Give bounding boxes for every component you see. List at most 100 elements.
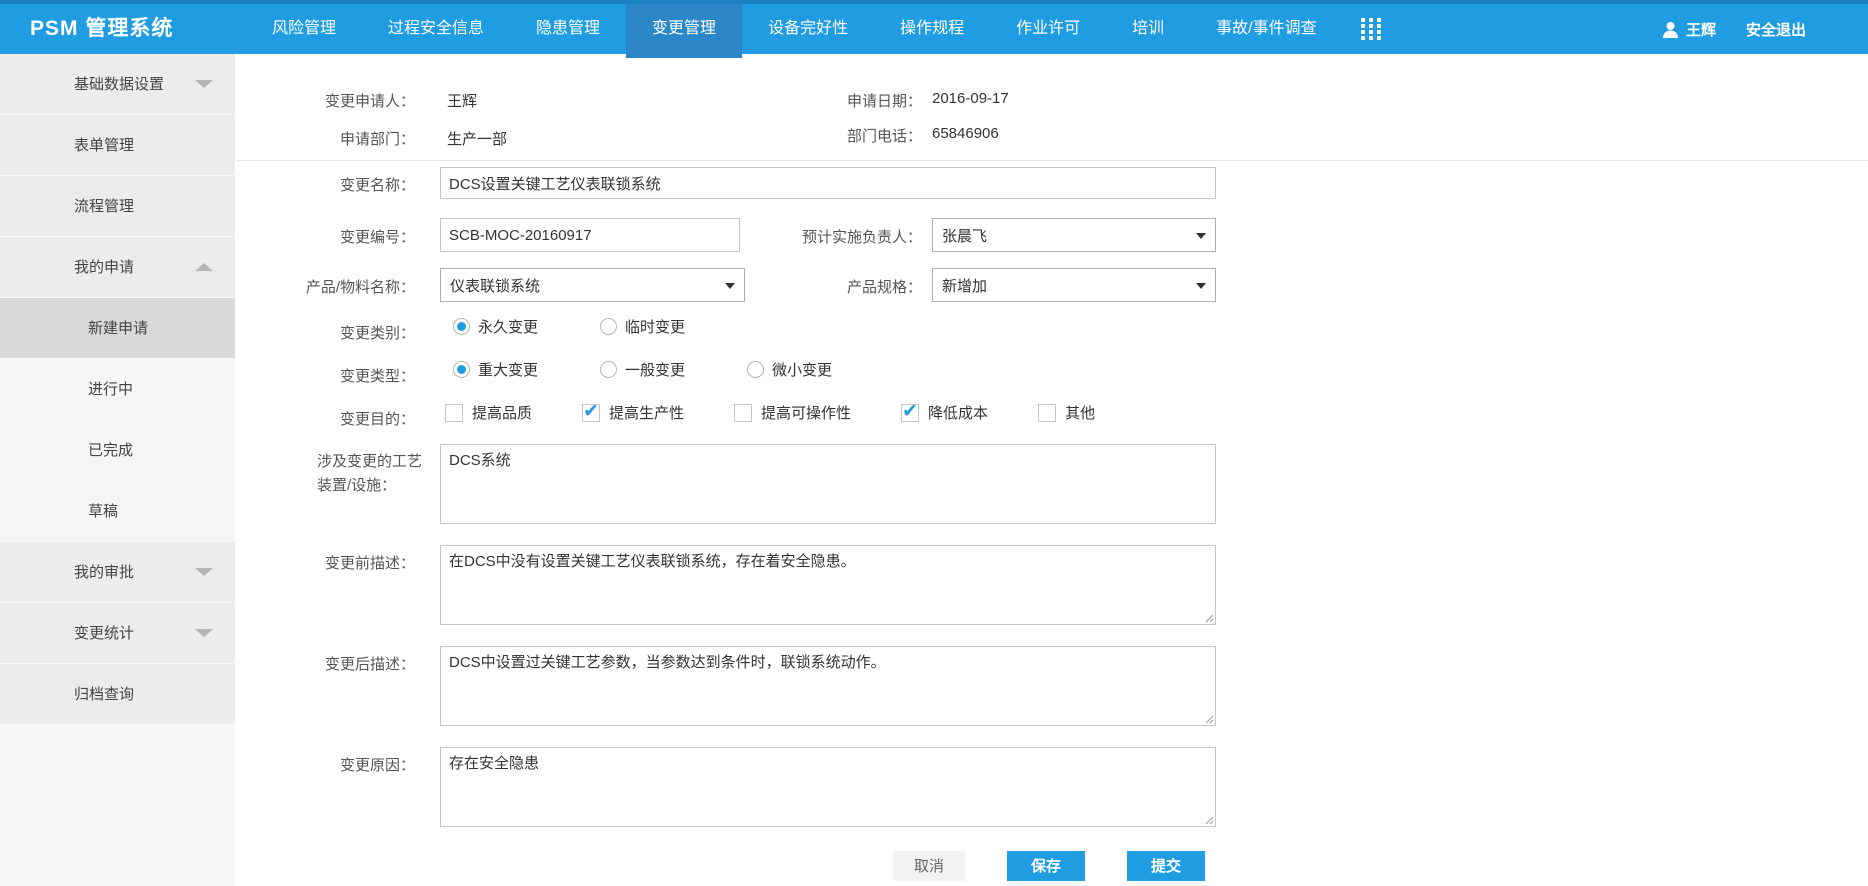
nav-tab-equipment-integrity[interactable]: 设备完好性	[742, 4, 874, 54]
nav-tab-operating-procedures[interactable]: 操作规程	[874, 4, 990, 54]
change-name-label: 变更名称：	[235, 174, 415, 195]
product-name-selected-value: 仪表联锁系统	[450, 275, 540, 296]
nav-tab-change-management[interactable]: 变更管理	[626, 4, 742, 58]
nav-tab-process-safety-info[interactable]: 过程安全信息	[362, 4, 510, 54]
chevron-down-icon	[1196, 283, 1206, 289]
sidebar-item-label: 新建申请	[88, 320, 148, 337]
product-name-label: 产品/物料名称：	[235, 276, 415, 297]
checkbox-improve-quality[interactable]: ✔	[445, 404, 463, 422]
change-category-radio-group: 永久变更 临时变更	[453, 316, 685, 337]
dept-phone-value: 65846906	[932, 125, 999, 142]
sidebar-item-label: 基础数据设置	[74, 76, 164, 93]
sidebar-item-label: 流程管理	[74, 198, 134, 215]
chevron-down-icon	[195, 80, 213, 88]
sidebar-item-base-data-settings[interactable]: 基础数据设置	[0, 54, 235, 115]
dept-phone-label: 部门电话：	[672, 125, 922, 146]
radio-label: 永久变更	[478, 316, 538, 337]
desc-before-label: 变更前描述：	[235, 552, 415, 573]
product-spec-selected-value: 新增加	[942, 275, 987, 296]
sidebar-item-label: 进行中	[88, 381, 133, 398]
involved-equipment-label: 涉及变更的工艺 装置/设施：	[317, 450, 437, 498]
change-code-label: 变更编号：	[235, 226, 415, 247]
apps-grid-icon[interactable]	[1343, 4, 1399, 54]
top-navigation-bar: PSM 管理系统 风险管理 过程安全信息 隐患管理 变更管理 设备完好性 操作规…	[0, 0, 1868, 54]
checkbox-label: 提高品质	[472, 402, 532, 423]
involved-equipment-label-line1: 涉及变更的工艺	[317, 453, 422, 470]
checkbox-label: 降低成本	[928, 402, 988, 423]
checkbox-improve-productivity[interactable]: ✔	[582, 404, 600, 422]
product-spec-label: 产品规格：	[672, 276, 922, 297]
sidebar-item-label: 已完成	[88, 442, 133, 459]
involved-equipment-label-line2: 装置/设施：	[317, 477, 396, 494]
user-icon	[1662, 21, 1679, 38]
radio-label: 微小变更	[772, 359, 832, 380]
chevron-up-icon	[195, 263, 213, 271]
radio-major-change[interactable]	[453, 361, 470, 378]
checkbox-improve-operability[interactable]: ✔	[734, 404, 752, 422]
product-spec-select[interactable]: 新增加	[932, 268, 1216, 302]
sidebar-item-label: 我的审批	[74, 564, 134, 581]
change-reason-textarea[interactable]: 存在安全隐患	[440, 747, 1216, 827]
change-purpose-checkbox-group: ✔ 提高品质 ✔ 提高生产性 ✔ 提高可操作性 ✔ 降低成本 ✔ 其他	[445, 402, 1095, 423]
sidebar-item-change-statistics[interactable]: 变更统计	[0, 603, 235, 664]
sidebar-item-label: 归档查询	[74, 686, 134, 703]
nav-tab-incident-investigation[interactable]: 事故/事件调查	[1190, 4, 1342, 54]
involved-equipment-textarea[interactable]: DCS系统	[440, 444, 1216, 524]
nav-tab-work-permit[interactable]: 作业许可	[990, 4, 1106, 54]
radio-temporary-change[interactable]	[600, 318, 617, 335]
sidebar-item-my-applications[interactable]: 我的申请	[0, 237, 235, 298]
logout-button[interactable]: 安全退出	[1746, 19, 1806, 40]
change-purpose-label: 变更目的：	[235, 408, 415, 429]
implementer-selected-value: 张晨飞	[942, 225, 987, 246]
checkbox-label: 其他	[1065, 402, 1095, 423]
current-user[interactable]: 王辉	[1662, 19, 1716, 40]
sidebar-item-in-progress[interactable]: 进行中	[0, 359, 235, 420]
implementer-label: 预计实施负责人：	[672, 226, 922, 247]
sidebar-item-form-management[interactable]: 表单管理	[0, 115, 235, 176]
checkbox-reduce-cost[interactable]: ✔	[901, 404, 919, 422]
desc-before-textarea[interactable]: 在DCS中没有设置关键工艺仪表联锁系统，存在着安全隐患。	[440, 545, 1216, 625]
radio-label: 重大变更	[478, 359, 538, 380]
desc-after-textarea[interactable]: DCS中设置过关键工艺参数，当参数达到条件时，联锁系统动作。	[440, 646, 1216, 726]
chevron-down-icon	[1196, 233, 1206, 239]
checkbox-label: 提高可操作性	[761, 402, 851, 423]
radio-minor-change[interactable]	[747, 361, 764, 378]
change-request-form: 变更申请人： 王辉 申请日期： 2016-09-17 申请部门： 生产一部 部门…	[235, 54, 1868, 886]
radio-label: 临时变更	[625, 316, 685, 337]
change-reason-label: 变更原因：	[235, 754, 415, 775]
desc-after-label: 变更后描述：	[235, 653, 415, 674]
chevron-down-icon	[195, 568, 213, 576]
sidebar-item-my-approvals[interactable]: 我的审批	[0, 542, 235, 603]
nav-tab-risk-management[interactable]: 风险管理	[246, 4, 362, 54]
sidebar-item-process-management[interactable]: 流程管理	[0, 176, 235, 237]
change-type-radio-group: 重大变更 一般变更 微小变更	[453, 359, 832, 380]
checkbox-label: 提高生产性	[609, 402, 684, 423]
submit-button[interactable]: 提交	[1127, 851, 1205, 881]
change-type-label: 变更类型：	[235, 365, 415, 386]
cancel-button[interactable]: 取消	[893, 851, 965, 881]
sidebar-item-completed[interactable]: 已完成	[0, 420, 235, 481]
sidebar-item-drafts[interactable]: 草稿	[0, 481, 235, 542]
nav-tab-training[interactable]: 培训	[1106, 4, 1190, 54]
apply-date-label: 申请日期：	[672, 90, 922, 111]
sidebar-item-new-application[interactable]: 新建申请	[0, 298, 235, 359]
sidebar-item-archive-search[interactable]: 归档查询	[0, 664, 235, 725]
sidebar-item-label: 我的申请	[74, 259, 134, 276]
main-nav: 风险管理 过程安全信息 隐患管理 变更管理 设备完好性 操作规程 作业许可 培训…	[246, 4, 1399, 54]
nav-tab-hazard-management[interactable]: 隐患管理	[510, 4, 626, 54]
applicant-label: 变更申请人：	[235, 90, 415, 111]
radio-permanent-change[interactable]	[453, 318, 470, 335]
change-name-input[interactable]	[440, 167, 1216, 199]
section-divider	[235, 160, 1868, 161]
save-button[interactable]: 保存	[1007, 851, 1085, 881]
checkbox-other[interactable]: ✔	[1038, 404, 1056, 422]
implementer-select[interactable]: 张晨飞	[932, 218, 1216, 252]
chevron-down-icon	[195, 629, 213, 637]
change-category-label: 变更类别：	[235, 322, 415, 343]
department-value: 生产一部	[447, 128, 507, 149]
apply-date-value: 2016-09-17	[932, 90, 1009, 107]
applicant-value: 王辉	[447, 90, 477, 111]
sidebar-item-label: 草稿	[88, 503, 118, 520]
radio-general-change[interactable]	[600, 361, 617, 378]
sidebar-item-label: 表单管理	[74, 137, 134, 154]
